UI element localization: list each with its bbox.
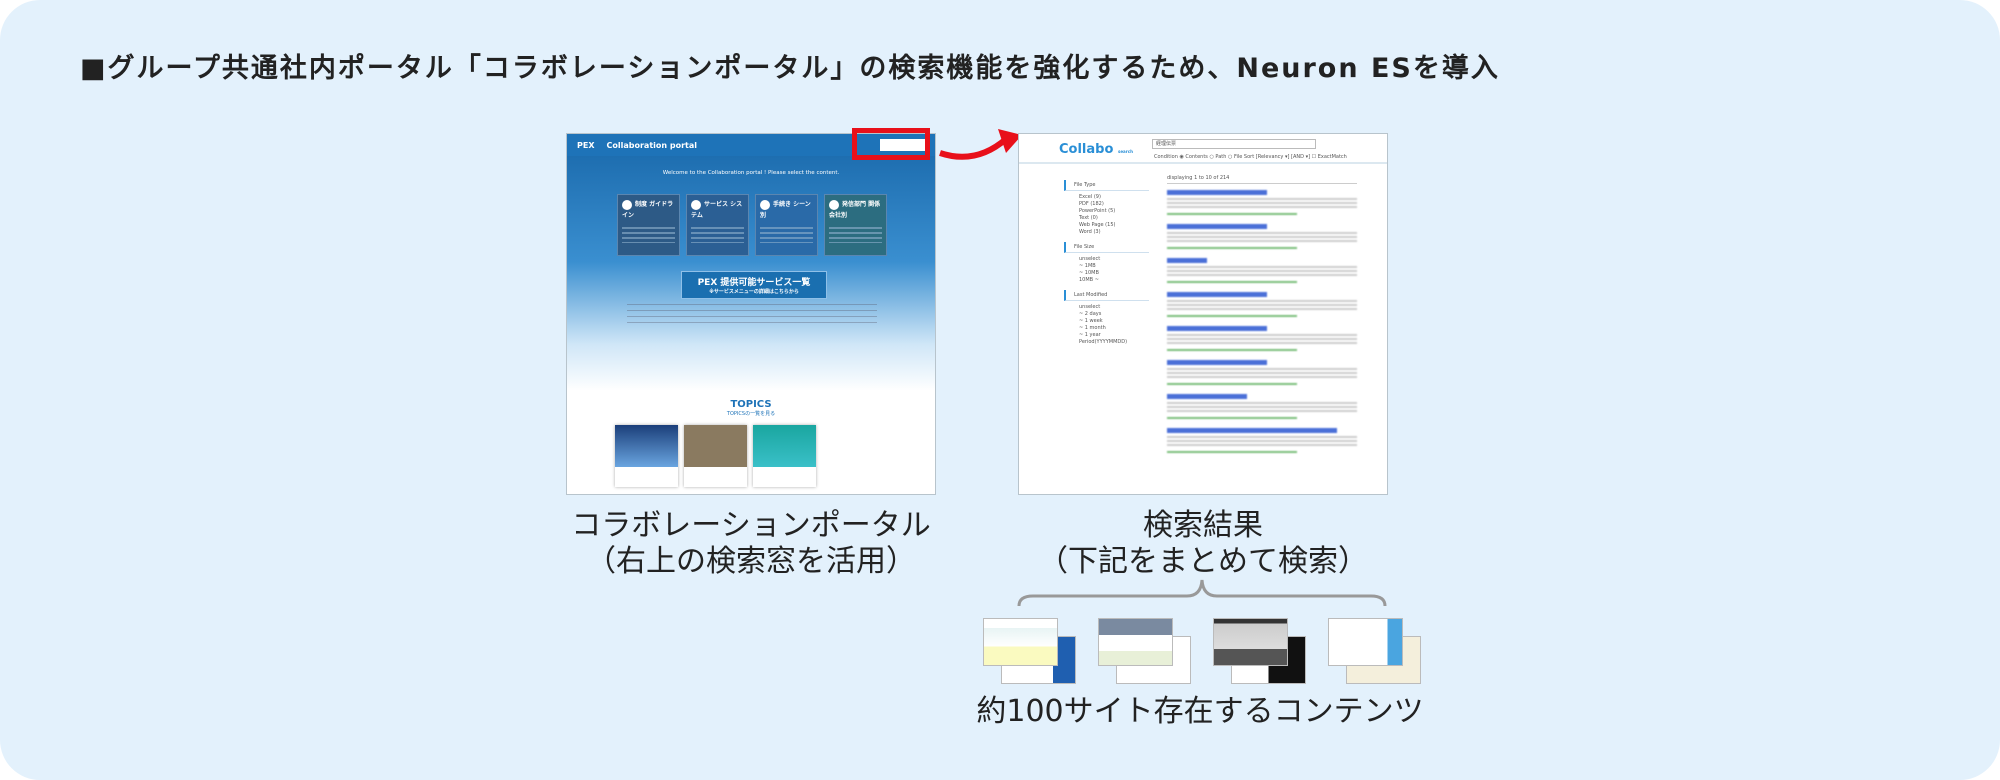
site-thumbnails <box>983 618 1423 688</box>
filter-option[interactable]: unselect <box>1064 256 1149 263</box>
search-highlight-box <box>852 128 930 160</box>
filter-option[interactable]: ~ 1 month <box>1064 325 1149 332</box>
search-options[interactable]: Condition ◉ Contents ○ Path ○ File Sort … <box>1154 154 1347 160</box>
filter-option[interactable]: unselect <box>1064 304 1149 311</box>
play-icon <box>691 199 701 210</box>
filter-option[interactable]: Web Page (15) <box>1064 222 1149 229</box>
sites-caption: 約100サイト存在するコンテンツ <box>976 694 1424 729</box>
play-icon <box>622 199 632 210</box>
topics-heading: TOPICS TOPICSの一覧を見る <box>567 399 935 417</box>
filter-heading: Last Modified <box>1064 290 1149 301</box>
filter-option[interactable]: ~ 1MB <box>1064 263 1149 270</box>
service-button-label: PEX 提供可能サービス一覧 <box>697 278 811 288</box>
filter-option[interactable]: 10MB ~ <box>1064 277 1149 284</box>
filter-heading: File Size <box>1064 242 1149 253</box>
service-list-button[interactable]: PEX 提供可能サービス一覧 ※サービスメニューの詳細はこちらから <box>681 271 827 299</box>
site-thumbnail <box>1328 618 1433 686</box>
result-item[interactable] <box>1167 292 1357 317</box>
filter-option[interactable]: Text (0) <box>1064 215 1149 222</box>
filter-heading: File Type <box>1064 180 1149 191</box>
portal-card[interactable]: サービス システム <box>686 194 749 256</box>
filter-option[interactable]: ~ 10MB <box>1064 270 1149 277</box>
search-caption: 検索結果 （下記をまとめて検索） <box>1038 508 1368 579</box>
site-thumbnail <box>1213 618 1318 686</box>
filter-option[interactable]: ~ 1 year <box>1064 332 1149 339</box>
collabo-logo: Collabo search <box>1059 142 1133 157</box>
filter-option[interactable]: ~ 2 days <box>1064 311 1149 318</box>
arrow-icon <box>939 129 1022 160</box>
result-item[interactable] <box>1167 190 1357 215</box>
result-item[interactable] <box>1167 224 1357 249</box>
page-title: ■グループ共通社内ポータル「コラボレーションポータル」の検索機能を強化するため、… <box>80 53 1500 84</box>
portal-name: Collaboration portal <box>606 140 698 150</box>
blurred-text <box>627 304 877 324</box>
search-results-screenshot: Collabo search 経理伝票 Condition ◉ Contents… <box>1018 133 1388 495</box>
result-item[interactable] <box>1167 258 1357 283</box>
portal-screenshot: PEX Collaboration portal Welcome to the … <box>566 133 936 495</box>
play-icon <box>829 199 839 210</box>
search-input[interactable]: 経理伝票 <box>1152 139 1316 149</box>
filter-option[interactable]: Excel (9) <box>1064 194 1149 201</box>
filter-option[interactable]: PDF (182) <box>1064 201 1149 208</box>
result-item[interactable] <box>1167 428 1357 453</box>
filter-option[interactable]: ~ 1 week <box>1064 318 1149 325</box>
service-button-sub: ※サービスメニューの詳細はこちらから <box>709 289 799 295</box>
filter-option[interactable]: Word (3) <box>1064 229 1149 236</box>
result-count: displaying 1 to 10 of 214 <box>1167 175 1357 184</box>
portal-caption: コラボレーションポータル （右上の検索窓を活用） <box>571 508 931 579</box>
welcome-text: Welcome to the Collaboration portal ! Pl… <box>662 170 840 176</box>
pex-logo: PEX <box>577 140 595 150</box>
brace-icon <box>1017 579 1387 607</box>
filter-option[interactable]: Period(YYYYMMDD) <box>1064 339 1149 346</box>
result-item[interactable] <box>1167 360 1357 385</box>
site-thumbnail <box>983 618 1088 686</box>
portal-card[interactable]: 手続き シーン別 <box>755 194 818 256</box>
topics-title: TOPICS <box>730 399 772 410</box>
filter-option[interactable]: PowerPoint (5) <box>1064 208 1149 215</box>
topic-card[interactable] <box>753 425 816 487</box>
topic-card[interactable] <box>684 425 747 487</box>
portal-hero: Welcome to the Collaboration portal ! Pl… <box>567 156 935 391</box>
result-list: displaying 1 to 10 of 214 <box>1167 175 1357 462</box>
topic-card[interactable] <box>615 425 678 487</box>
portal-card[interactable]: 発信部門 関係会社別 <box>824 194 887 256</box>
result-item[interactable] <box>1167 326 1357 351</box>
site-thumbnail <box>1098 618 1203 686</box>
topics-link[interactable]: TOPICSの一覧を見る <box>567 410 935 417</box>
portal-card[interactable]: 制度 ガイドライン <box>617 194 680 256</box>
filter-sidebar: File Type Excel (9) PDF (182) PowerPoint… <box>1064 174 1149 346</box>
play-icon <box>760 199 770 210</box>
result-item[interactable] <box>1167 394 1357 419</box>
